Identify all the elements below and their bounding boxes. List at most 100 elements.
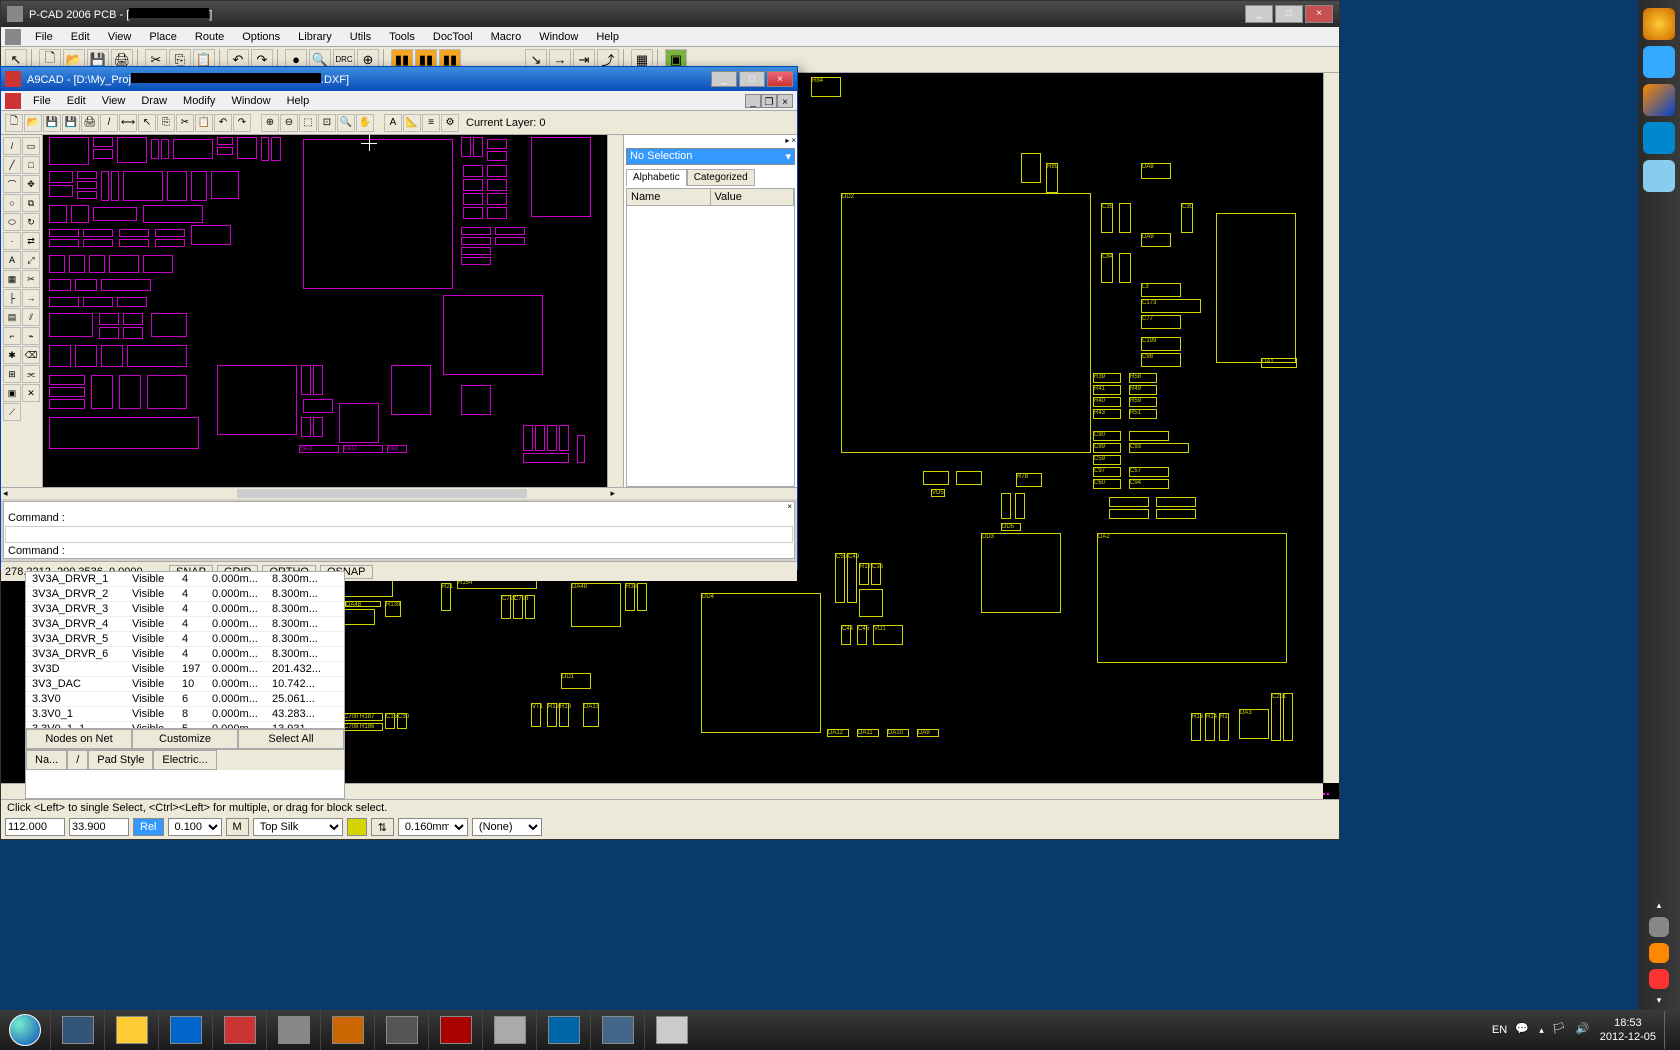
tray-volume-icon[interactable]: 🔊	[1576, 1022, 1592, 1038]
pcad-menu-doctool[interactable]: DocTool	[425, 29, 481, 45]
a9-prop-close-icon[interactable]: ×	[791, 136, 796, 145]
a9t-last-icon[interactable]: ⟋	[3, 403, 21, 421]
a9-print-icon[interactable]: 🖨	[81, 114, 99, 132]
a9-cut-icon[interactable]: ✂	[176, 114, 194, 132]
task-item-1[interactable]	[50, 1010, 104, 1050]
a9t-rotate-icon[interactable]: ↻	[22, 213, 40, 231]
pcad-rel-button[interactable]: Rel	[133, 818, 164, 836]
a9-paste-icon[interactable]: 📋	[195, 114, 213, 132]
a9-measure-icon[interactable]: 📐	[403, 114, 421, 132]
a9-zoomout-icon[interactable]: ⊖	[280, 114, 298, 132]
a9-menu-draw[interactable]: Draw	[133, 93, 175, 109]
a9-property-grid[interactable]: Name Value	[626, 188, 795, 487]
a9t-explode-icon[interactable]: ✱	[3, 346, 21, 364]
pcad-menu-edit[interactable]: Edit	[63, 29, 98, 45]
a9-zoomwin-icon[interactable]: ⬚	[299, 114, 317, 132]
a9t-square-icon[interactable]: □	[22, 156, 40, 174]
col-elec[interactable]: Electric...	[153, 750, 216, 770]
a9t-break-icon[interactable]: ⌁	[22, 327, 40, 345]
task-item-9[interactable]	[482, 1010, 536, 1050]
col-pad[interactable]: Pad Style	[88, 750, 153, 770]
a9t-dim1-icon[interactable]: ├	[3, 289, 21, 307]
a9t-circle-icon[interactable]: ○	[3, 194, 21, 212]
col-name[interactable]: Na...	[26, 750, 67, 770]
a9-scrollbar-v[interactable]	[607, 135, 623, 487]
a9-maximize-button[interactable]: □	[739, 71, 765, 87]
lang-indicator[interactable]: EN	[1492, 1024, 1507, 1036]
net-row[interactable]: 3V3DVisible1970.000m...201.432...	[26, 662, 344, 677]
a9-zoomin-icon[interactable]: ⊕	[261, 114, 279, 132]
pcad-updown-button[interactable]: ⇅	[371, 818, 394, 836]
dock-arrow-up-icon[interactable]: ▴	[1657, 900, 1662, 911]
a9-selection-dropdown[interactable]: No Selection▾	[626, 148, 795, 165]
a9-minimize-button[interactable]: _	[711, 71, 737, 87]
dock-firefox-icon[interactable]	[1643, 84, 1675, 116]
a9-mdi-min[interactable]: _	[745, 94, 761, 108]
a9-hsb-right-icon[interactable]: ▸	[610, 488, 615, 499]
pcad-layer-color[interactable]	[347, 818, 367, 836]
a9-prop-arrow-icon[interactable]: ▸	[785, 136, 789, 145]
a9t-ellipse-icon[interactable]: ⬭	[3, 213, 21, 231]
a9-dim-icon[interactable]: ⟷	[119, 114, 137, 132]
task-item-4[interactable]	[212, 1010, 266, 1050]
dock-arrow-down-icon[interactable]: ▾	[1657, 995, 1662, 1010]
a9t-trim-icon[interactable]: ✂	[22, 270, 40, 288]
dock-app2-icon[interactable]	[1643, 46, 1675, 78]
a9-mdi-restore[interactable]: ❐	[761, 94, 777, 108]
a9-save-icon[interactable]: 💾	[43, 114, 61, 132]
pcad-titlebar[interactable]: P-CAD 2006 PCB - [] _ □ ×	[1, 1, 1339, 27]
a9-hsb-left-icon[interactable]: ◂	[3, 488, 8, 499]
a9-menu-window[interactable]: Window	[223, 93, 278, 109]
task-item-7[interactable]	[374, 1010, 428, 1050]
tray-expand-icon[interactable]: ▴	[1539, 1025, 1544, 1036]
task-item-6[interactable]	[320, 1010, 374, 1050]
task-item-8[interactable]	[428, 1010, 482, 1050]
pcad-minimize-button[interactable]: _	[1245, 5, 1273, 23]
pcad-menu-help[interactable]: Help	[588, 29, 627, 45]
task-item-10[interactable]	[536, 1010, 590, 1050]
net-row[interactable]: 3V3A_DRVR_3Visible40.000m...8.300m...	[26, 602, 344, 617]
dock-small2-icon[interactable]	[1649, 943, 1669, 963]
a9t-block-icon[interactable]: ▣	[3, 384, 21, 402]
a9t-arc-icon[interactable]: ⌒	[3, 175, 21, 193]
a9-menu-modify[interactable]: Modify	[175, 93, 223, 109]
a9t-hatch-icon[interactable]: ▦	[3, 270, 21, 288]
a9-close-button[interactable]: ×	[767, 71, 793, 87]
a9t-scale-icon[interactable]: ⤢	[22, 251, 40, 269]
a9-line-icon[interactable]: /	[100, 114, 118, 132]
pcad-grid-select[interactable]: 0.100	[168, 818, 222, 836]
net-row[interactable]: 3V3A_DRVR_6Visible40.000m...8.300m...	[26, 647, 344, 662]
pcad-menu-view[interactable]: View	[100, 29, 140, 45]
a9t-join-icon[interactable]: ⫘	[22, 365, 40, 383]
task-item-11[interactable]	[590, 1010, 644, 1050]
task-item-5[interactable]	[266, 1010, 320, 1050]
pcad-coord-x[interactable]	[5, 818, 65, 836]
tray-icon-1[interactable]: 💬	[1515, 1022, 1531, 1038]
pcad-scrollbar-v[interactable]	[1323, 73, 1339, 783]
a9t-copy2-icon[interactable]: ⧉	[22, 194, 40, 212]
net-row[interactable]: 3V3A_DRVR_2Visible40.000m...8.300m...	[26, 587, 344, 602]
a9t-cross-icon[interactable]: ✕	[22, 384, 40, 402]
a9t-polyline-icon[interactable]: ╱	[3, 156, 21, 174]
dock-small3-icon[interactable]	[1649, 969, 1669, 989]
a9t-line-icon[interactable]: /	[3, 137, 21, 155]
a9-titlebar[interactable]: A9CAD - [D:\My_Proj.DXF] _ □ ×	[1, 67, 797, 91]
dock-app5-icon[interactable]	[1643, 160, 1675, 192]
a9-scrollbar-h[interactable]	[237, 489, 527, 498]
a9-command-input[interactable]	[5, 526, 793, 543]
a9-undo-icon[interactable]: ↶	[214, 114, 232, 132]
a9t-point-icon[interactable]: ·	[3, 232, 21, 250]
dock-app4-icon[interactable]	[1643, 122, 1675, 154]
a9t-mirror-icon[interactable]: ⇄	[22, 232, 40, 250]
a9-tab-categorized[interactable]: Categorized	[687, 169, 755, 186]
a9t-move-icon[interactable]: ✥	[22, 175, 40, 193]
net-row[interactable]: 3V3A_DRVR_4Visible40.000m...8.300m...	[26, 617, 344, 632]
net-row[interactable]: 3.3V0Visible60.000m...25.061...	[26, 692, 344, 707]
net-list[interactable]: 3V3A_DRVR_1Visible40.000m...8.300m...3V3…	[26, 572, 344, 728]
net-row[interactable]: 3.3V0_1Visible80.000m...43.283...	[26, 707, 344, 722]
pcad-menu-macro[interactable]: Macro	[483, 29, 530, 45]
task-item-12[interactable]	[644, 1010, 698, 1050]
a9-tab-alphabetic[interactable]: Alphabetic	[626, 169, 687, 186]
start-button[interactable]	[0, 1010, 50, 1050]
a9-layer-icon[interactable]: ≡	[422, 114, 440, 132]
